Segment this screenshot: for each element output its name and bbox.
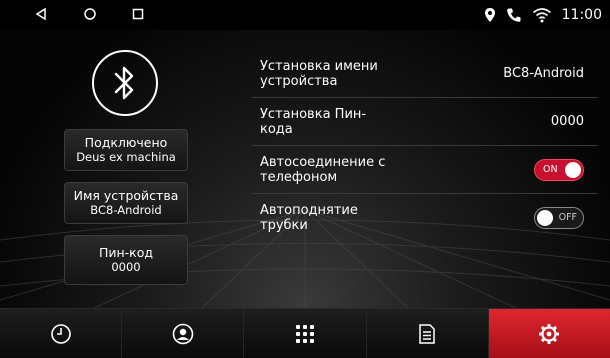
recents-icon[interactable] <box>131 7 145 21</box>
call-log-icon <box>419 323 435 344</box>
toggle-knob <box>537 210 553 226</box>
dialpad-icon <box>296 324 314 343</box>
tab-dialpad[interactable] <box>244 309 367 358</box>
pin-setting-row[interactable]: Установка Пин- кода 0000 <box>252 98 598 146</box>
clock-time: 11:00 <box>561 7 602 23</box>
device-name-setting-label: Установка имени устройства <box>260 58 378 89</box>
auto-connect-toggle-text: ON <box>543 163 558 175</box>
home-icon[interactable] <box>83 7 97 21</box>
device-name-title: Имя устройства <box>73 188 179 203</box>
auto-connect-label: Автосоединение с телефоном <box>260 154 386 185</box>
auto-answer-row: Автоподнятие трубки OFF <box>252 194 598 242</box>
tab-call-log[interactable] <box>366 309 489 358</box>
connected-title: Подключено <box>84 135 168 150</box>
pin-setting-value: 0000 <box>550 114 584 129</box>
status-bar: 11:00 <box>0 0 610 30</box>
device-name-setting-value: BC8-Android <box>503 66 584 81</box>
bluetooth-button[interactable] <box>92 50 158 116</box>
bluetooth-icon <box>114 66 134 100</box>
connected-device-card[interactable]: Подключено Deus ex machina <box>64 129 188 171</box>
pin-code-value: 0000 <box>111 260 141 274</box>
location-icon <box>484 8 495 22</box>
auto-answer-toggle-text: OFF <box>558 212 577 223</box>
bluetooth-settings-screen: 11:00 Подключено Deus ex machina Имя уст… <box>0 0 610 358</box>
settings-list: Установка имени устройства BC8-Android У… <box>252 50 598 242</box>
pin-code-title: Пин-код <box>98 245 154 260</box>
pin-code-card[interactable]: Пин-код 0000 <box>64 235 188 285</box>
bottom-nav <box>0 308 610 358</box>
contact-icon <box>172 323 194 344</box>
auto-answer-toggle[interactable]: OFF <box>534 207 584 229</box>
settings-icon <box>539 323 560 344</box>
wifi-icon <box>532 8 551 23</box>
back-icon[interactable] <box>34 7 48 21</box>
tab-settings[interactable] <box>488 309 610 358</box>
connected-device-name: Deus ex machina <box>76 150 176 164</box>
pin-setting-label: Установка Пин- кода <box>260 106 367 137</box>
device-name-card[interactable]: Имя устройства BC8-Android <box>64 182 188 224</box>
tab-recent-calls[interactable] <box>0 309 123 358</box>
auto-connect-toggle[interactable]: ON <box>534 158 584 181</box>
device-name-value: BC8-Android <box>90 203 162 217</box>
toggle-knob <box>565 161 581 178</box>
auto-connect-row: Автосоединение с телефоном ON <box>252 146 598 194</box>
clock-icon <box>50 323 71 344</box>
phone-icon <box>506 8 521 22</box>
device-name-setting-row[interactable]: Установка имени устройства BC8-Android <box>252 50 598 98</box>
tab-contacts[interactable] <box>122 309 245 358</box>
auto-answer-label: Автоподнятие трубки <box>260 203 358 233</box>
